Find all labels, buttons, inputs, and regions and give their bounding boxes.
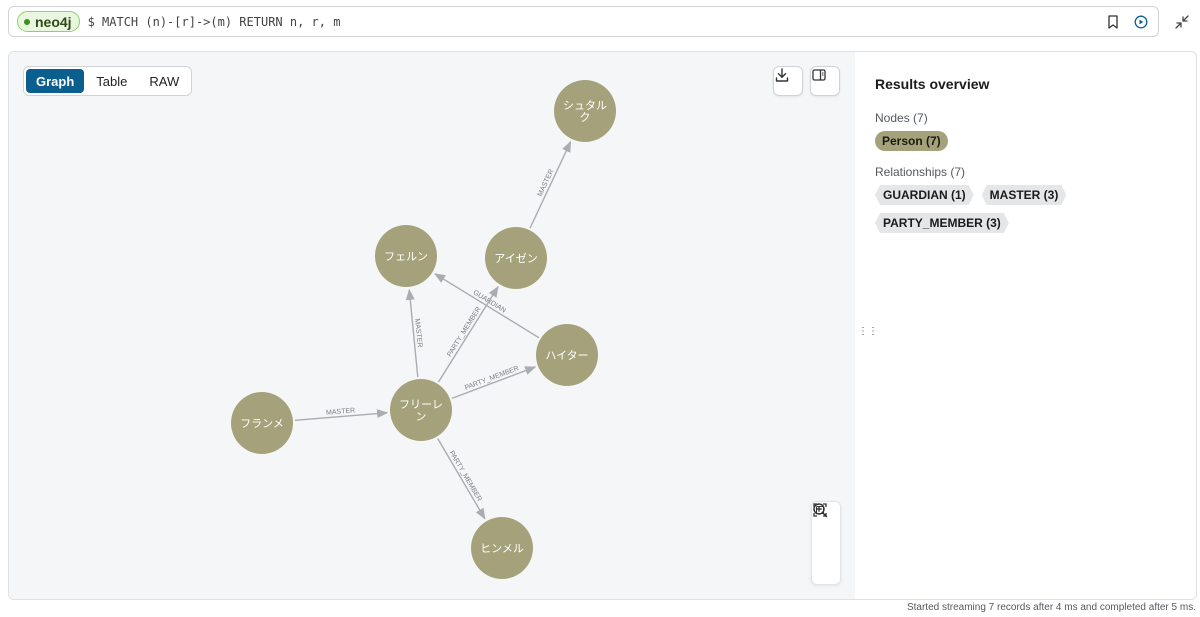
node-caption: ヒンメル <box>480 542 524 555</box>
download-icon <box>775 68 789 82</box>
node-caption: ク <box>580 111 591 124</box>
graph-visualization[interactable]: MASTERMASTERGUARDIANPARTY_MEMBERPARTY_ME… <box>9 52 855 599</box>
node-label-chips: Person (7) <box>875 131 1075 151</box>
graph-node-heiter[interactable]: ハイター <box>536 324 598 386</box>
bookmark-icon[interactable] <box>1102 11 1124 33</box>
fit-to-screen-icon[interactable] <box>813 503 837 581</box>
graph-node-frieren[interactable]: フリーレン <box>390 379 452 441</box>
database-name: neo4j <box>35 13 72 30</box>
query-editor[interactable]: $ MATCH (n)-[r]->(m) RETURN n, r, m <box>88 15 1102 29</box>
node-caption: ハイター <box>545 349 588 362</box>
download-button[interactable] <box>773 66 803 96</box>
relationship-label: PARTY_MEMBER <box>464 365 520 392</box>
rel-chip-guardian[interactable]: GUARDIAN (1) <box>875 185 974 205</box>
minimize-icon[interactable] <box>1171 11 1193 33</box>
view-raw-button[interactable]: RAW <box>139 69 189 93</box>
result-frame: MASTERMASTERGUARDIANPARTY_MEMBERPARTY_ME… <box>8 51 1197 600</box>
query-bar[interactable]: neo4j $ MATCH (n)-[r]->(m) RETURN n, r, … <box>8 6 1159 37</box>
relationships-section-label: Relationships (7) <box>875 165 966 179</box>
zoom-controls <box>811 501 841 585</box>
nodes-section-label: Nodes (7) <box>875 111 928 125</box>
graph-node-fern[interactable]: フェルン <box>375 225 437 287</box>
relationship-edge-party-member[interactable] <box>437 285 499 383</box>
run-icon[interactable] <box>1130 11 1152 33</box>
graph-node-flamme[interactable]: フランメ <box>231 392 293 454</box>
database-badge[interactable]: neo4j <box>17 11 80 32</box>
panel-title: Results overview <box>875 76 990 92</box>
relationship-edge-party-member[interactable] <box>437 438 486 520</box>
status-message: Started streaming 7 records after 4 ms a… <box>906 602 1196 613</box>
connection-status-dot <box>24 18 30 25</box>
view-table-button[interactable]: Table <box>86 69 137 93</box>
relationship-edge-master[interactable] <box>529 140 572 229</box>
zoom-out-icon[interactable] <box>813 503 837 554</box>
node-caption: フェルン <box>384 250 428 263</box>
node-caption: ン <box>416 410 427 423</box>
rel-chip-party-member[interactable]: PARTY_MEMBER (3) <box>875 213 1009 233</box>
toggle-panel-button[interactable] <box>810 66 840 96</box>
graph-canvas[interactable]: MASTERMASTERGUARDIANPARTY_MEMBERPARTY_ME… <box>9 52 855 599</box>
graph-node-eisen[interactable]: アイゼン <box>485 227 547 289</box>
view-toggle[interactable]: Graph Table RAW <box>23 66 193 96</box>
rel-chip-master[interactable]: MASTER (3) <box>982 185 1067 205</box>
results-overview-panel: Results overview Nodes (7) Person (7) Re… <box>875 76 1185 233</box>
relationship-type-chips: GUARDIAN (1) MASTER (3) PARTY_MEMBER (3) <box>875 185 1075 233</box>
graph-node-himmel[interactable]: ヒンメル <box>471 517 533 579</box>
graph-node-stark[interactable]: シュタルク <box>554 80 616 142</box>
relationship-edge-party-member[interactable] <box>451 366 537 400</box>
node-caption: フランメ <box>240 417 284 430</box>
panel-resize-handle-icon[interactable]: ⋮⋮ <box>858 327 878 343</box>
relationship-label: PARTY_MEMBER <box>448 450 483 503</box>
node-chip-person[interactable]: Person (7) <box>875 131 948 151</box>
relationship-label: PARTY_MEMBER <box>446 306 482 358</box>
node-caption: アイゼン <box>494 252 537 265</box>
sidebar-panel-icon <box>812 69 826 81</box>
view-graph-button[interactable]: Graph <box>26 69 85 93</box>
